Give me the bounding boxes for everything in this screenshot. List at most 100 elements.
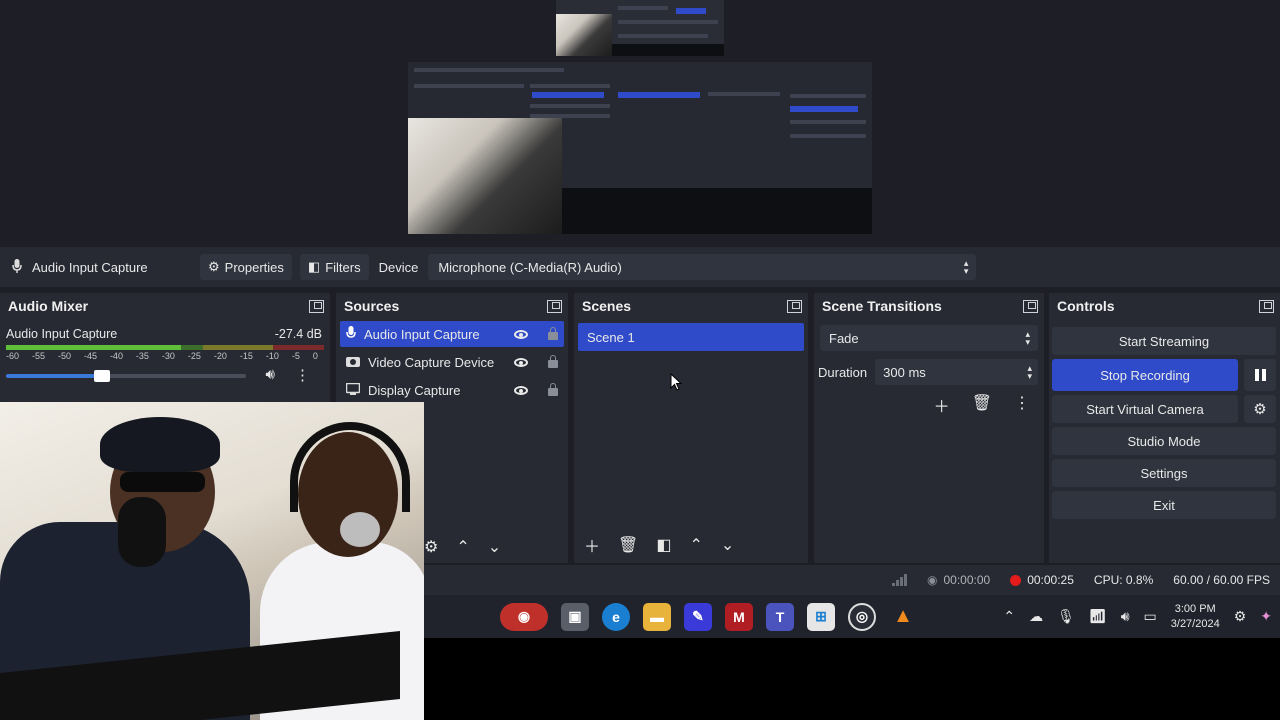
lock-icon[interactable]	[548, 327, 558, 340]
visibility-eye-icon[interactable]	[514, 385, 528, 395]
device-value: Microphone (C-Media(R) Audio)	[438, 259, 622, 275]
undock-icon[interactable]	[1023, 299, 1038, 313]
duration-label: Duration	[818, 364, 868, 380]
scene-transitions-title: Scene Transitions	[822, 298, 942, 314]
webcam-overlay	[0, 402, 424, 720]
visibility-eye-icon[interactable]	[514, 357, 528, 367]
widgets-icon[interactable]: ◉	[500, 602, 548, 631]
copilot-icon[interactable]: ✦	[1260, 608, 1272, 625]
controls-dock: Controls Start Streaming Stop Recording …	[1049, 293, 1280, 563]
studio-mode-button[interactable]: Studio Mode	[1052, 427, 1276, 455]
lock-icon[interactable]	[548, 383, 558, 396]
source-item-audio-input-capture[interactable]: Audio Input Capture	[340, 321, 564, 347]
move-down-icon[interactable]: ⌄	[488, 537, 501, 557]
pause-icon	[1254, 369, 1266, 381]
volume-slider[interactable]	[6, 370, 246, 382]
meter-tick-label: -55	[31, 351, 45, 361]
monitor-icon	[345, 382, 361, 398]
stop-recording-button[interactable]: Stop Recording	[1052, 359, 1238, 391]
battery-icon[interactable]: ▭	[1144, 608, 1157, 625]
meter-tick-label: -50	[57, 351, 71, 361]
add-transition-icon[interactable]: ＋	[934, 393, 950, 417]
obs-studio-icon[interactable]: ◎	[848, 602, 876, 631]
speaker-icon[interactable]: 🔊︎	[266, 366, 275, 384]
virtual-camera-settings-button[interactable]: ⚙	[1244, 395, 1276, 423]
scenes-dock: Scenes Scene 1 ＋ 🗑︎ ◧ ⌃ ⌄	[574, 293, 808, 563]
source-properties-gear-icon[interactable]: ⚙	[424, 537, 438, 557]
scene-filter-icon[interactable]: ◧	[656, 535, 671, 555]
source-label: Display Capture	[368, 382, 461, 398]
device-label: Device	[378, 259, 419, 275]
meter-tick-label: -35	[135, 351, 149, 361]
duration-spinbox[interactable]: 300 ms ▴ ▾	[875, 359, 1038, 385]
mouse-cursor-icon	[670, 373, 682, 391]
kebab-menu-icon[interactable]: ⋮	[295, 366, 310, 384]
updown-chevron-icon: ▴ ▾	[1025, 329, 1030, 347]
settings-button[interactable]: Settings	[1052, 459, 1276, 487]
meter-tick-label: -40	[109, 351, 123, 361]
microphone-icon	[346, 325, 356, 343]
gear-icon: ⚙	[208, 259, 220, 274]
scene-item-scene-1[interactable]: Scene 1	[578, 323, 804, 351]
store-icon[interactable]: ⊞	[807, 602, 835, 631]
start-streaming-button[interactable]: Start Streaming	[1052, 327, 1276, 355]
fps-readout: 60.00 / 60.00 FPS	[1173, 573, 1270, 587]
filters-button[interactable]: ◧ Filters	[299, 254, 369, 280]
speaker-icon[interactable]: 🔊︎	[1121, 608, 1130, 625]
mixer-channel-level: -27.4 dB	[274, 327, 322, 341]
camera-icon	[346, 355, 360, 370]
lock-icon[interactable]	[548, 355, 558, 368]
undock-icon[interactable]	[1259, 299, 1274, 313]
undock-icon[interactable]	[547, 299, 562, 313]
trash-icon[interactable]: 🗑︎	[618, 535, 638, 555]
properties-label: Properties	[224, 259, 284, 275]
move-up-icon[interactable]: ⌃	[456, 537, 469, 557]
context-source-name: Audio Input Capture	[32, 259, 148, 275]
source-item-display-capture[interactable]: Display Capture	[340, 377, 564, 403]
settings-gear-icon[interactable]: ⚙	[1234, 608, 1247, 625]
vlc-icon[interactable]: ▲	[889, 603, 917, 631]
preview-canvas[interactable]	[0, 0, 1280, 247]
scenes-title: Scenes	[582, 298, 632, 314]
clock-date: 3/27/2024	[1170, 617, 1220, 630]
audio-mixer-title: Audio Mixer	[8, 298, 89, 314]
source-item-video-capture-device[interactable]: Video Capture Device	[340, 349, 564, 375]
undock-icon[interactable]	[787, 299, 802, 313]
meter-tick-label: -5	[291, 351, 300, 361]
microphone-icon[interactable]: 🎙︎	[1057, 608, 1075, 625]
pen-app-icon[interactable]: ✎	[684, 602, 712, 631]
start-virtual-camera-button[interactable]: Start Virtual Camera	[1052, 395, 1238, 423]
chevron-up-icon[interactable]: ⌃	[1003, 608, 1015, 625]
duration-value: 300 ms	[883, 364, 926, 380]
properties-button[interactable]: ⚙ Properties	[200, 254, 292, 280]
task-view-icon[interactable]: ▣	[561, 602, 589, 631]
spin-arrows-icon[interactable]: ▴ ▾	[1027, 364, 1032, 381]
teams-icon[interactable]: T	[766, 602, 794, 631]
meter-ticks: -60 -55 -50 -45 -40 -35 -30 -25 -20 -15 -10 -5 0	[0, 350, 330, 361]
cloud-icon[interactable]: ☁	[1029, 608, 1043, 625]
volume-meter-fill	[6, 345, 181, 350]
trash-icon[interactable]: 🗑︎	[972, 393, 992, 417]
move-down-icon[interactable]: ⌄	[721, 535, 734, 555]
gear-icon: ⚙	[1253, 401, 1267, 418]
volume-slider-knob[interactable]	[94, 370, 110, 382]
move-up-icon[interactable]: ⌃	[689, 535, 702, 555]
add-scene-icon[interactable]: ＋	[584, 533, 600, 557]
mcafee-icon[interactable]: M	[725, 602, 753, 631]
meter-tick-label: 0	[312, 351, 318, 361]
visibility-eye-icon[interactable]	[514, 329, 528, 339]
clock[interactable]: 3:00 PM 3/27/2024	[1171, 602, 1220, 632]
updown-chevron-icon: ▴ ▾	[963, 258, 969, 276]
exit-button[interactable]: Exit	[1052, 491, 1276, 519]
file-explorer-icon[interactable]: ▬	[643, 602, 671, 631]
undock-icon[interactable]	[309, 299, 324, 313]
device-select[interactable]: Microphone (C-Media(R) Audio) ▴ ▾	[428, 254, 977, 280]
kebab-menu-icon[interactable]: ⋮	[1014, 393, 1030, 417]
source-context-bar: Audio Input Capture ⚙ Properties ◧ Filte…	[0, 247, 1280, 287]
stream-status-icon: ◉	[926, 573, 938, 587]
record-time: 00:00:25	[1027, 573, 1074, 587]
wifi-icon[interactable]: 📶︎	[1089, 608, 1107, 625]
pause-recording-button[interactable]	[1244, 359, 1276, 391]
edge-browser-icon[interactable]: e	[602, 602, 630, 631]
transition-type-select[interactable]: Fade ▴ ▾	[820, 325, 1038, 351]
